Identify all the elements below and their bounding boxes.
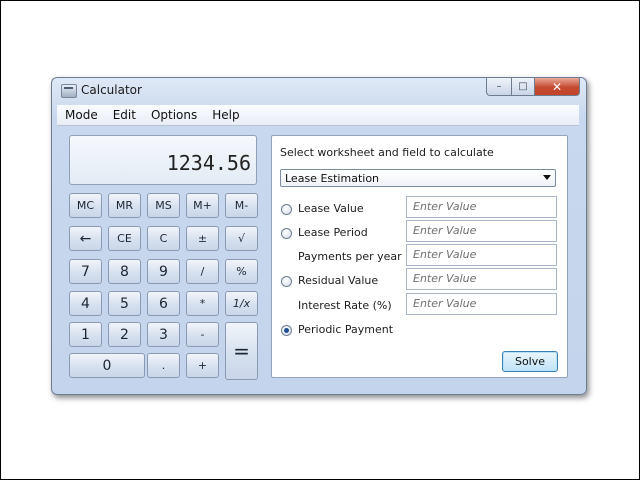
lease-value-placeholder: Enter Value bbox=[413, 200, 477, 213]
residual-value-radio[interactable] bbox=[281, 276, 292, 287]
digit-0-button[interactable]: 0 bbox=[69, 353, 145, 378]
lease-period-input[interactable]: Enter Value bbox=[406, 220, 557, 242]
result-display: 1234.56 bbox=[69, 135, 257, 185]
interest-rate-input[interactable]: Enter Value bbox=[406, 293, 557, 315]
residual-value-label: Residual Value bbox=[298, 274, 379, 287]
ce-button[interactable]: CE bbox=[108, 226, 141, 251]
display-value: 1234.56 bbox=[166, 151, 251, 175]
lease-value-radio[interactable] bbox=[281, 204, 292, 215]
dropdown-arrow-icon bbox=[543, 175, 551, 180]
add-button[interactable]: + bbox=[186, 353, 219, 378]
digit-4-button[interactable]: 4 bbox=[69, 291, 102, 316]
minimize-button[interactable]: – bbox=[486, 78, 512, 96]
lease-period-label: Lease Period bbox=[298, 226, 368, 239]
digit-8-button[interactable]: 8 bbox=[108, 259, 141, 284]
digit-5-button[interactable]: 5 bbox=[108, 291, 141, 316]
clear-button[interactable]: C bbox=[147, 226, 180, 251]
title-bar[interactable]: Calculator – □ ✕ bbox=[52, 78, 586, 104]
m-plus-button[interactable]: M+ bbox=[186, 193, 219, 218]
subtract-button[interactable]: - bbox=[186, 322, 219, 347]
digit-7-button[interactable]: 7 bbox=[69, 259, 102, 284]
digit-1-button[interactable]: 1 bbox=[69, 322, 102, 347]
calculator-window: Calculator – □ ✕ Mode Edit Options Help … bbox=[51, 77, 587, 395]
negate-button[interactable]: ± bbox=[186, 226, 219, 251]
digit-2-button[interactable]: 2 bbox=[108, 322, 141, 347]
lease-period-placeholder: Enter Value bbox=[413, 224, 477, 237]
mr-button[interactable]: MR bbox=[108, 193, 141, 218]
menu-options[interactable]: Options bbox=[143, 105, 204, 125]
worksheet-selected: Lease Estimation bbox=[285, 172, 380, 185]
worksheet-instruction: Select worksheet and field to calculate bbox=[280, 146, 494, 159]
periodic-payment-radio[interactable] bbox=[281, 325, 292, 336]
close-button[interactable]: ✕ bbox=[535, 78, 580, 96]
worksheet-select[interactable]: Lease Estimation bbox=[280, 169, 556, 187]
menu-bar: Mode Edit Options Help bbox=[57, 105, 579, 126]
backspace-button[interactable]: ← bbox=[69, 226, 102, 251]
lease-value-label: Lease Value bbox=[298, 202, 364, 215]
menu-mode[interactable]: Mode bbox=[57, 105, 105, 125]
m-minus-button[interactable]: M- bbox=[225, 193, 258, 218]
digit-6-button[interactable]: 6 bbox=[147, 291, 180, 316]
payments-per-year-label: Payments per year bbox=[298, 250, 402, 263]
reciprocal-button[interactable]: 1/x bbox=[225, 291, 258, 316]
payments-per-year-input[interactable]: Enter Value bbox=[406, 244, 557, 266]
multiply-button[interactable]: * bbox=[186, 291, 219, 316]
ms-button[interactable]: MS bbox=[147, 193, 180, 218]
decimal-button[interactable]: . bbox=[147, 353, 180, 378]
mc-button[interactable]: MC bbox=[69, 193, 102, 218]
percent-button[interactable]: % bbox=[225, 259, 258, 284]
solve-button[interactable]: Solve bbox=[502, 351, 558, 372]
divide-button[interactable]: / bbox=[186, 259, 219, 284]
lease-value-input[interactable]: Enter Value bbox=[406, 196, 557, 218]
worksheet-panel: Select worksheet and field to calculate … bbox=[271, 135, 568, 378]
equals-button[interactable]: = bbox=[225, 322, 258, 380]
periodic-payment-label: Periodic Payment bbox=[298, 323, 394, 336]
residual-value-input[interactable]: Enter Value bbox=[406, 268, 557, 290]
digit-9-button[interactable]: 9 bbox=[147, 259, 180, 284]
window-title: Calculator bbox=[81, 83, 142, 97]
menu-help[interactable]: Help bbox=[204, 105, 246, 125]
residual-value-placeholder: Enter Value bbox=[413, 272, 477, 285]
payments-per-year-placeholder: Enter Value bbox=[413, 248, 477, 261]
maximize-button[interactable]: □ bbox=[512, 78, 535, 96]
calculator-icon bbox=[61, 84, 77, 98]
window-controls: – □ ✕ bbox=[486, 78, 580, 96]
lease-period-radio[interactable] bbox=[281, 228, 292, 239]
interest-rate-label: Interest Rate (%) bbox=[298, 299, 392, 312]
sqrt-button[interactable]: √ bbox=[225, 226, 258, 251]
interest-rate-placeholder: Enter Value bbox=[413, 297, 477, 310]
digit-3-button[interactable]: 3 bbox=[147, 322, 180, 347]
menu-edit[interactable]: Edit bbox=[105, 105, 143, 125]
